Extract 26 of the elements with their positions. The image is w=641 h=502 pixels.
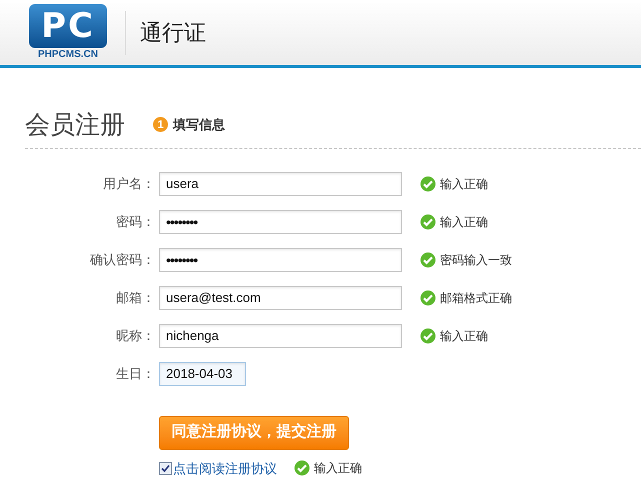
input-field[interactable]: usera <box>159 172 402 196</box>
field-label: 密码： <box>115 212 155 231</box>
status-text: 输入正确 <box>440 328 488 344</box>
status-text: 输入正确 <box>314 460 362 478</box>
agreement-checkbox[interactable] <box>159 462 172 475</box>
page-title: 会员注册 <box>25 109 125 141</box>
password-field[interactable]: •••••••• <box>159 210 402 234</box>
status-text: 密码输入一致 <box>440 252 512 268</box>
field-label: 昵称： <box>115 326 155 345</box>
site-title: 通行证 <box>140 19 206 47</box>
status-text: 邮箱格式正确 <box>440 290 512 306</box>
input-field[interactable]: usera@test.com <box>159 286 402 310</box>
logo-mark: PC <box>41 8 95 42</box>
field-label: 生日： <box>115 364 155 383</box>
status-text: 输入正确 <box>440 214 488 230</box>
logo-caption: PHPCMS.CN <box>38 48 98 62</box>
field-label: 确认密码： <box>89 250 155 269</box>
step-number: 1 <box>153 117 168 132</box>
status-text: 输入正确 <box>440 176 488 192</box>
agreement-link[interactable]: 点击阅读注册协议 <box>173 458 277 478</box>
step-label: 填写信息 <box>173 116 225 134</box>
field-label: 邮箱： <box>115 288 155 307</box>
field-label: 用户名： <box>102 174 155 193</box>
password-field[interactable]: •••••••• <box>159 248 402 272</box>
date-field[interactable]: 2018-04-03 <box>159 362 246 386</box>
input-field[interactable]: nichenga <box>159 324 402 348</box>
